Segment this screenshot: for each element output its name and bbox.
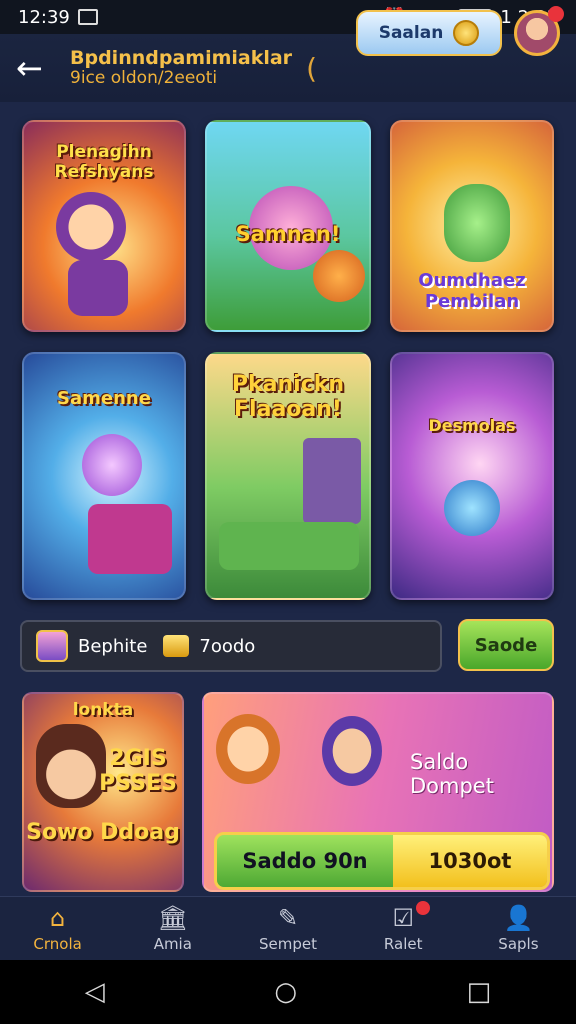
game-card-title: Samenne (57, 388, 151, 409)
bottom-nav: ⌂ Crnola 🏛 Amia ✎ Sempet ☑ Ralet 👤 Sapls (0, 896, 576, 960)
game-card-title: Samnan! (235, 222, 341, 246)
nav-item-profile[interactable]: 👤 Sapls (461, 897, 576, 960)
player-avatar-icon (36, 630, 68, 662)
character-icon (313, 250, 365, 302)
house-icon (303, 438, 361, 524)
notification-badge (548, 6, 564, 22)
inbox-icon: ☑ (392, 903, 414, 932)
back-arrow-icon[interactable]: ← (16, 49, 60, 87)
promo-left-bottom: Sowo Ddoag (26, 820, 180, 845)
nav-badge (415, 901, 430, 915)
title-sub: 9ice oldon/2eeoti (70, 68, 218, 89)
status-time: 12:39 (18, 6, 70, 28)
promo-card-left[interactable]: lonkta 2GIS PSSES Sowo Ddoag (22, 692, 184, 892)
character-icon (444, 480, 500, 536)
promo-right-label: Saldo Dompet (410, 750, 494, 798)
promo-saldo-bar[interactable]: Saddo 90n 1030ot (214, 832, 550, 890)
back-triangle-icon[interactable]: ◁ (85, 977, 105, 1007)
game-card-6[interactable]: Desmolas (390, 352, 554, 600)
nav-item-bank[interactable]: 🏛 Amia (115, 897, 230, 960)
game-card-title: Desmolas (428, 416, 516, 435)
pen-icon: ✎ (277, 903, 299, 932)
balance-name: Bephite (78, 635, 148, 657)
page-title: Bpdinndpamimiaklar 9ice oldon/2eeoti (70, 48, 292, 88)
promo-left-top: lonkta (72, 700, 134, 720)
nav-label: Sempet (259, 934, 317, 953)
bank-icon: 🏛 (157, 903, 189, 932)
nav-item-inbox[interactable]: ☑ Ralet (346, 897, 461, 960)
game-card-3[interactable]: Oumdhaez Pembilan (390, 120, 554, 332)
game-card-title: Oumdhaez Pembilan (418, 270, 526, 312)
gold-stack-icon (163, 635, 190, 657)
home-circle-icon[interactable]: ○ (274, 977, 297, 1007)
game-card-2[interactable]: Samnan! (205, 120, 371, 332)
nav-label: Ralet (383, 934, 423, 953)
nav-item-pen[interactable]: ✎ Sempet (230, 897, 345, 960)
character-icon (444, 184, 510, 262)
system-nav: ◁ ○ □ (0, 960, 576, 1024)
balance-amount: 7oodo (199, 635, 256, 657)
promo-bar-left: Saddo 90n (217, 835, 393, 887)
balance-bar[interactable]: Bephite 7oodo (20, 620, 442, 672)
character-icon (82, 434, 142, 496)
header-button-label: Saalan (378, 23, 444, 43)
treasure-chest-icon (88, 504, 172, 574)
nav-label: Amia (153, 934, 192, 953)
promo-card-right[interactable]: Saldo Dompet Saddo 90n 1030ot (202, 692, 554, 892)
game-card-title: Plenagihn Refshyans (54, 142, 154, 182)
promo-left-mid: 2GIS PSSES (99, 746, 177, 796)
nav-label: Sapls (498, 934, 539, 953)
header-balance-button[interactable]: Saalan (356, 10, 502, 56)
coin-icon (453, 20, 480, 46)
nav-label: Crnola (33, 934, 82, 953)
home-icon: ⌂ (49, 903, 66, 932)
game-card-5[interactable]: Pkanickn Flaaoan! (205, 352, 371, 600)
game-card-1[interactable]: Plenagihn Refshyans (22, 120, 186, 332)
character-icon (216, 714, 280, 784)
game-card-title: Pkanickn Flaaoan! (231, 372, 345, 422)
profile-icon: 👤 (503, 903, 534, 932)
character-icon (56, 192, 126, 262)
title-main: Bpdinndpamimiaklar (70, 47, 293, 70)
title-paren: ( (306, 51, 317, 85)
nav-item-home[interactable]: ⌂ Crnola (0, 897, 115, 960)
character-icon (322, 716, 382, 786)
promo-bar-right: 1030ot (393, 835, 547, 887)
character-body-icon (68, 260, 128, 316)
grass-icon (219, 522, 359, 570)
game-card-4[interactable]: Samenne (22, 352, 186, 600)
notification-icon (77, 9, 98, 25)
recents-square-icon[interactable]: □ (467, 977, 492, 1007)
saldo-button[interactable]: Saode (458, 619, 554, 671)
